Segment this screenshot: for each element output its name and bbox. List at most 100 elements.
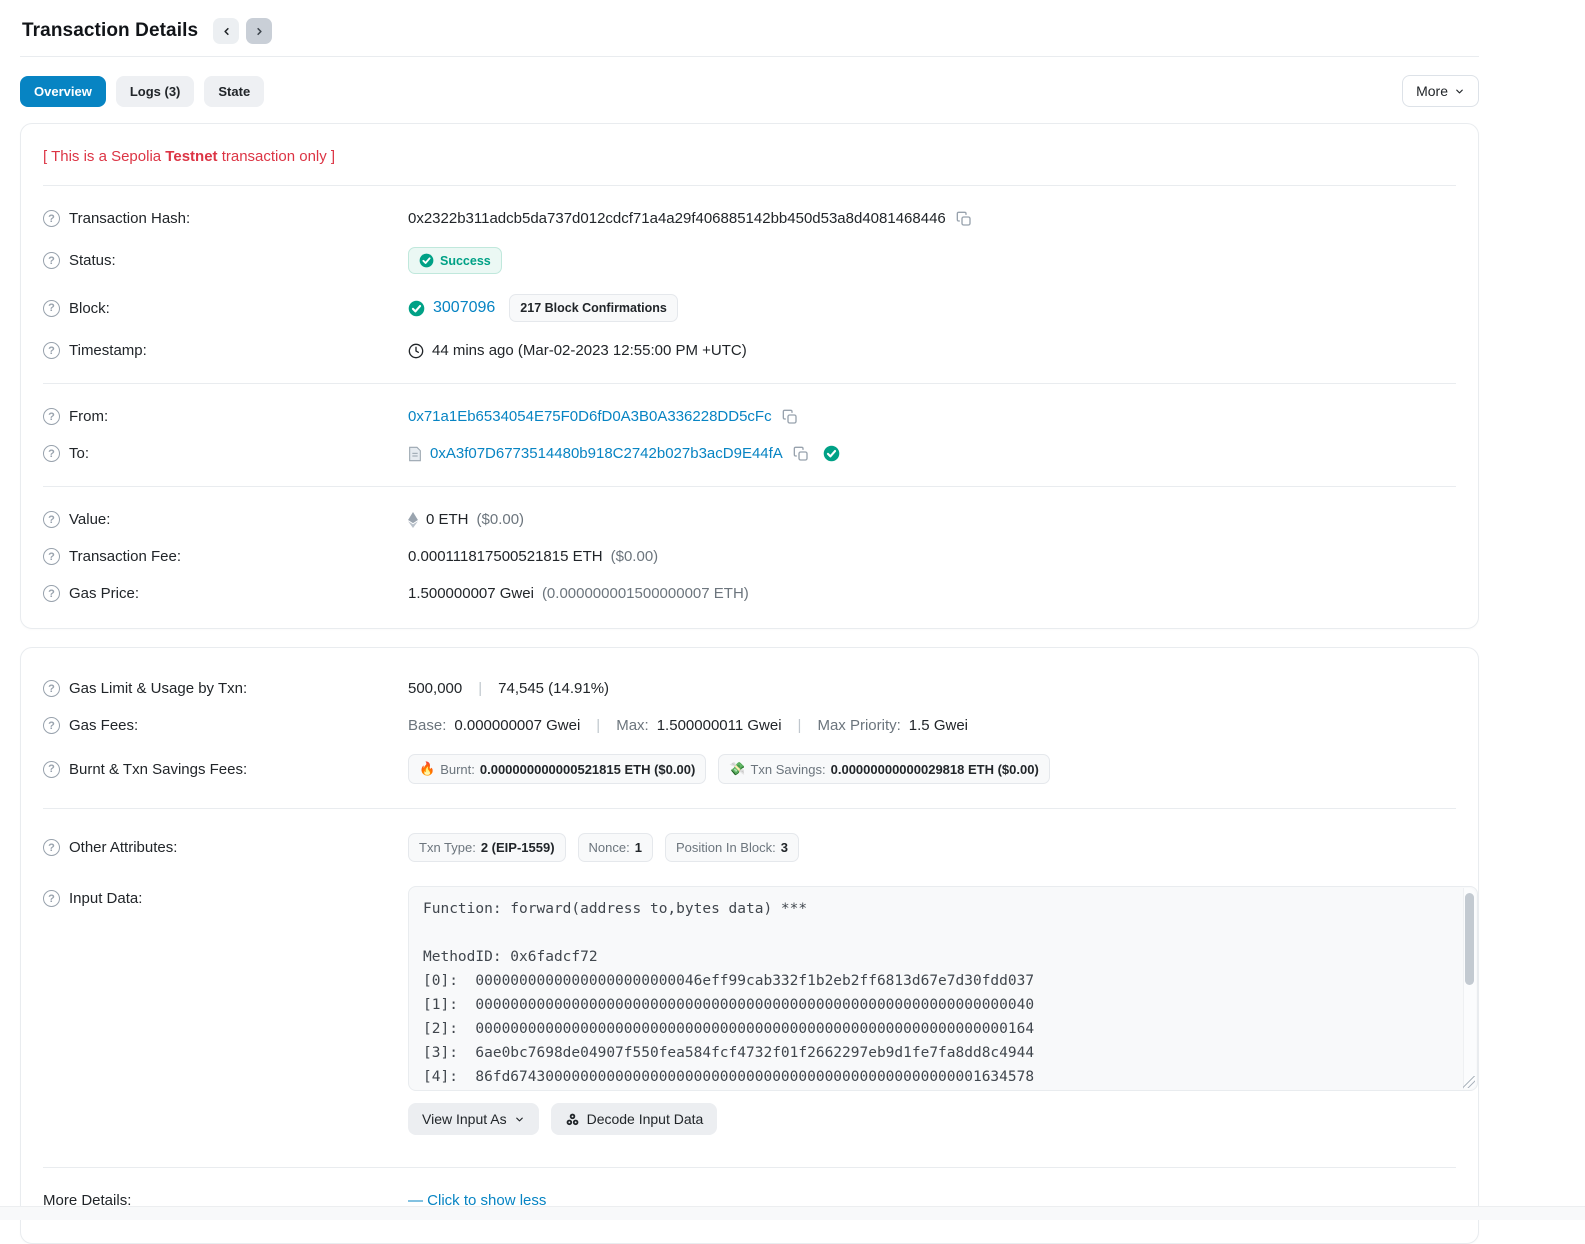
value-label: Value: — [69, 511, 111, 528]
to-address-link[interactable]: 0xA3f07D6773514480b918C2742b027b3acD9E44… — [430, 445, 783, 462]
chevron-down-icon — [1454, 86, 1465, 97]
gas-limit-label: Gas Limit & Usage by Txn: — [69, 680, 248, 697]
burnt-badge-value: 0.000000000000521815 ETH ($0.00) — [479, 761, 696, 777]
previous-transaction-button[interactable] — [213, 18, 240, 44]
max-fee-value: 1.500000011 Gwei — [656, 717, 782, 734]
money-wings-icon: 💸 — [729, 761, 746, 776]
next-transaction-button[interactable] — [246, 18, 273, 44]
help-icon[interactable]: ? — [43, 760, 60, 778]
base-fee-label: Base: — [408, 717, 447, 734]
to-row: ? To: 0xA3f07D6773514480b918C2742b027b3a… — [43, 435, 1456, 472]
transaction-fee-label: Transaction Fee: — [69, 548, 181, 565]
block-row: ? Block: 3007096 217 Block Confirmations — [43, 284, 1456, 332]
separator: | — [596, 717, 601, 734]
tab-bar: Overview Logs (3) State — [20, 75, 265, 107]
copy-transaction-hash-button[interactable] — [954, 211, 974, 227]
status-badge-label: Success — [440, 253, 491, 268]
block-number-link[interactable]: 3007096 — [433, 299, 495, 317]
help-icon[interactable]: ? — [43, 445, 60, 462]
footer-strip — [0, 1206, 1585, 1220]
status-row: ? Status: Success — [43, 237, 1456, 284]
divider — [43, 1167, 1456, 1168]
position-in-block-badge: Position In Block: 3 — [664, 833, 799, 862]
burnt-fees-label: Burnt & Txn Savings Fees: — [69, 760, 248, 778]
input-data-line: MethodID: 0x6fadcf72 — [423, 949, 598, 965]
divider — [43, 486, 1456, 487]
transaction-fee-row: ? Transaction Fee: 0.000111817500521815 … — [43, 538, 1456, 575]
chevron-left-icon — [221, 26, 232, 37]
input-data-line: [0]: 00000000000000000000000046eff99cab3… — [423, 973, 1035, 989]
help-icon[interactable]: ? — [43, 890, 60, 907]
gas-price-eth: (0.000000001500000007 ETH) — [541, 585, 749, 602]
gas-limit-row: ? Gas Limit & Usage by Txn: 500,000 | 74… — [43, 670, 1456, 707]
separator: | — [478, 680, 483, 697]
txn-savings-badge: 💸 Txn Savings: 0.00000000000029818 ETH (… — [718, 754, 1050, 784]
value-row: ? Value: 0 ETH ($0.00) — [43, 501, 1456, 538]
from-address-link[interactable]: 0x71a1Eb6534054E75F0D6fD0A3B0A336228DD5c… — [408, 408, 772, 425]
help-icon[interactable]: ? — [43, 299, 60, 317]
divider — [43, 383, 1456, 384]
help-icon[interactable]: ? — [43, 210, 60, 227]
clock-icon — [408, 343, 424, 359]
gas-price-amount: 1.500000007 Gwei — [408, 585, 534, 602]
input-data-scrollbar-track[interactable] — [1463, 888, 1476, 1089]
from-label: From: — [69, 408, 109, 425]
from-row: ? From: 0x71a1Eb6534054E75F0D6fD0A3B0A33… — [43, 398, 1456, 435]
input-data-line: Function: forward(address to,bytes data)… — [423, 901, 808, 917]
status-badge: Success — [408, 247, 502, 274]
input-data-label: Input Data: — [69, 890, 143, 907]
gas-used-value: 74,545 (14.91%) — [498, 680, 610, 697]
chevron-right-icon — [254, 26, 265, 37]
gas-price-label: Gas Price: — [69, 585, 140, 602]
testnet-notice: [ This is a Sepolia Testnet transaction … — [43, 148, 336, 165]
transaction-hash-row: ? Transaction Hash: 0x2322b311adcb5da737… — [43, 200, 1456, 237]
status-label: Status: — [69, 252, 116, 269]
input-data-line: [1]: 00000000000000000000000000000000000… — [423, 997, 1035, 1013]
transaction-hash-label: Transaction Hash: — [69, 210, 191, 227]
copy-icon — [956, 211, 972, 227]
tab-overview[interactable]: Overview — [20, 75, 106, 107]
input-data-line: [2]: 00000000000000000000000000000000000… — [423, 1021, 1035, 1037]
other-attributes-row: ? Other Attributes: Txn Type: 2 (EIP-155… — [43, 823, 1456, 872]
textarea-resize-handle[interactable] — [1463, 1076, 1475, 1088]
separator: | — [797, 717, 802, 734]
input-data-scrollbar-thumb[interactable] — [1465, 893, 1474, 985]
tab-state[interactable]: State — [204, 75, 265, 107]
help-icon[interactable]: ? — [43, 717, 60, 734]
help-icon[interactable]: ? — [43, 680, 60, 697]
copy-to-address-button[interactable] — [791, 446, 811, 462]
copy-from-address-button[interactable] — [780, 409, 800, 425]
max-fee-label: Max: — [616, 717, 649, 734]
input-data-line: [3]: 6ae0bc7698de04907f550fea584fcf4732f… — [423, 1045, 1035, 1061]
copy-icon — [782, 409, 798, 425]
page-title: Transaction Details — [22, 20, 199, 41]
decode-input-data-button[interactable]: Decode Input Data — [550, 1103, 718, 1135]
tab-logs[interactable]: Logs (3) — [115, 75, 195, 107]
fire-icon: 🔥 — [419, 761, 436, 776]
more-button-label: More — [1416, 83, 1448, 99]
tabs-row: Overview Logs (3) State More — [20, 57, 1479, 123]
success-check-icon — [419, 253, 434, 268]
timestamp-label: Timestamp: — [69, 342, 147, 359]
help-icon[interactable]: ? — [43, 839, 60, 856]
txn-savings-badge-value: 0.00000000000029818 ETH ($0.00) — [830, 761, 1039, 777]
more-dropdown-button[interactable]: More — [1402, 75, 1479, 107]
max-priority-fee-value: 1.5 Gwei — [908, 717, 968, 734]
input-data-textarea[interactable]: Function: forward(address to,bytes data)… — [408, 886, 1478, 1091]
transaction-fee-amount: 0.000111817500521815 ETH — [408, 548, 603, 565]
help-icon[interactable]: ? — [43, 408, 60, 425]
input-data-line — [423, 921, 1453, 945]
page-header: Transaction Details — [20, 14, 1479, 56]
finalized-check-icon — [408, 300, 425, 317]
chevron-down-icon — [514, 1114, 525, 1125]
help-icon[interactable]: ? — [43, 342, 60, 359]
gas-price-row: ? Gas Price: 1.500000007 Gwei (0.0000000… — [43, 575, 1456, 612]
help-icon[interactable]: ? — [43, 585, 60, 602]
view-input-as-button[interactable]: View Input As — [408, 1103, 539, 1135]
base-fee-value: 0.000000007 Gwei — [454, 717, 581, 734]
help-icon[interactable]: ? — [43, 548, 60, 565]
decode-blocks-icon — [565, 1112, 580, 1127]
help-icon[interactable]: ? — [43, 252, 60, 269]
help-icon[interactable]: ? — [43, 511, 60, 528]
burnt-badge-label: Burnt: — [440, 761, 475, 777]
